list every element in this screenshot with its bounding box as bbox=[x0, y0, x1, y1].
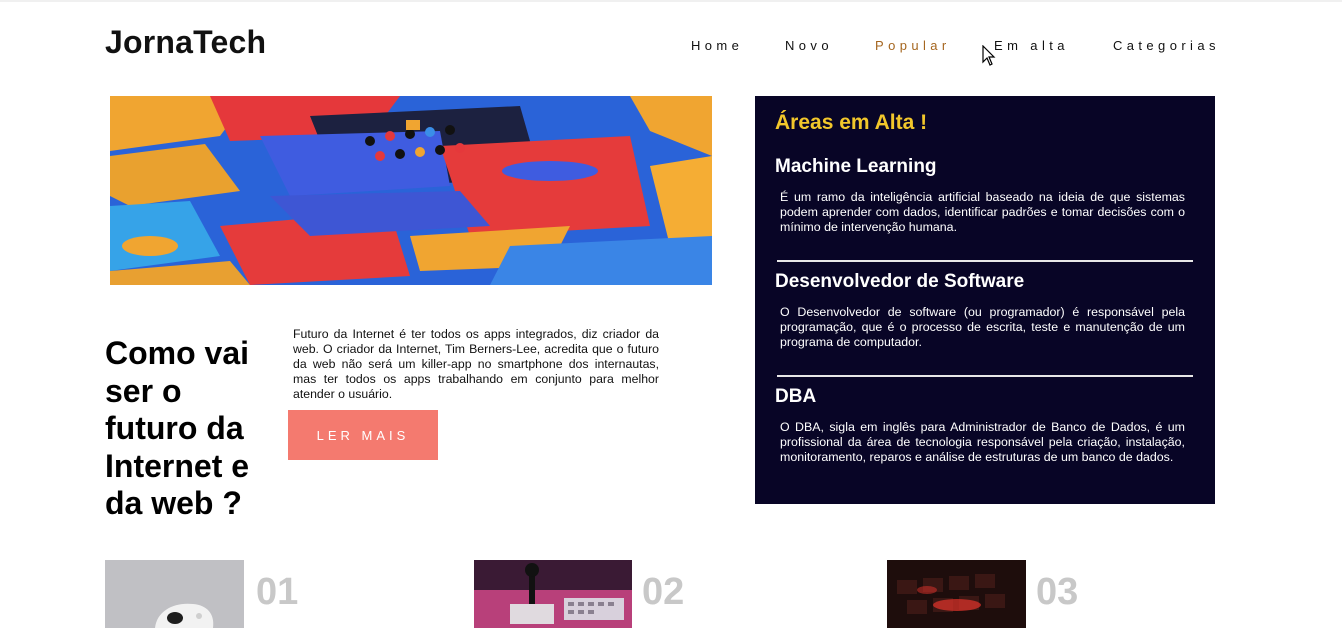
area-desc-software-dev: O Desenvolvedor de software (ou programa… bbox=[780, 305, 1185, 349]
area-title-dba[interactable]: DBA bbox=[775, 386, 816, 408]
nav-categorias[interactable]: Categorias bbox=[1113, 38, 1220, 54]
retro-joystick-image bbox=[474, 560, 632, 628]
featured-excerpt: Futuro da Internet é ter todos os apps i… bbox=[293, 327, 659, 402]
keyboard-red-glow-image bbox=[887, 560, 1026, 628]
trending-areas-panel: Áreas em Alta ! Machine Learning É um ra… bbox=[755, 96, 1215, 504]
card-1-number: 01 bbox=[256, 571, 299, 613]
nav-popular[interactable]: Popular bbox=[875, 38, 951, 54]
card-2-number: 02 bbox=[642, 571, 685, 613]
featured-title: Como vai ser o futuro da Internet e da w… bbox=[105, 335, 250, 522]
top-border bbox=[0, 0, 1342, 2]
nav-em-alta[interactable]: Em alta bbox=[994, 38, 1069, 54]
divider bbox=[777, 375, 1193, 377]
divider bbox=[777, 260, 1193, 262]
trending-heading: Áreas em Alta ! bbox=[775, 111, 928, 134]
nav-novo[interactable]: Novo bbox=[785, 38, 833, 54]
abstract-shapes-illustration bbox=[110, 96, 712, 285]
card-3-thumbnail[interactable] bbox=[887, 560, 1026, 628]
read-more-button[interactable]: LER MAIS bbox=[288, 410, 438, 460]
game-controller-image bbox=[105, 560, 244, 628]
hero-image bbox=[110, 96, 712, 285]
main-nav: Home Novo Popular Em alta Categorias bbox=[0, 38, 1342, 58]
nav-home[interactable]: Home bbox=[691, 38, 743, 54]
area-desc-machine-learning: É um ramo da inteligência artificial bas… bbox=[780, 190, 1185, 234]
area-title-machine-learning[interactable]: Machine Learning bbox=[775, 156, 937, 178]
area-desc-dba: O DBA, sigla em inglês para Administrado… bbox=[780, 420, 1185, 464]
card-1-thumbnail[interactable] bbox=[105, 560, 244, 628]
area-title-software-dev[interactable]: Desenvolvedor de Software bbox=[775, 271, 1024, 293]
mouse-pointer-icon bbox=[982, 45, 996, 66]
card-2-thumbnail[interactable] bbox=[474, 560, 632, 628]
card-3-number: 03 bbox=[1036, 571, 1079, 613]
